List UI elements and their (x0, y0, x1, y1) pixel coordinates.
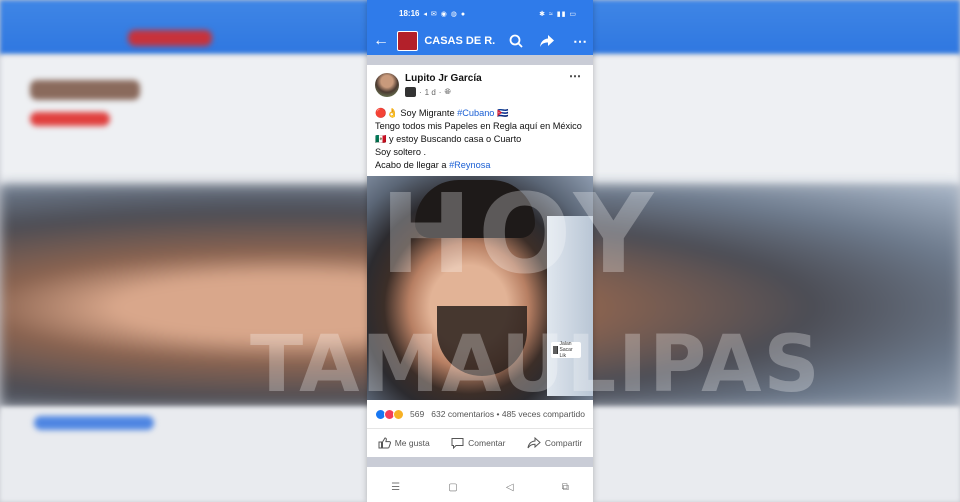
post-line-4-text: Acabo de llegar a (375, 160, 450, 170)
post-header: Lupito Jr García · 1 d · 🌐︎ ⋯ (367, 65, 593, 101)
comment-share-stats[interactable]: 632 comentarios • 485 veces compartido (431, 409, 585, 419)
recent-apps-icon[interactable]: ☰ (391, 482, 400, 493)
post-line-2: Tengo todos mis Papeles en Regla aquí en… (375, 121, 582, 144)
feed-divider (367, 55, 593, 65)
search-icon[interactable] (509, 34, 523, 48)
photo-sticker: Jalan Sacar Lik (551, 341, 581, 359)
haha-reaction-icon (393, 408, 404, 420)
home-icon[interactable]: ▢ (448, 482, 457, 493)
nav-back-icon[interactable]: ◁ (506, 482, 514, 493)
app-bar: ← CASAS DE R... ⋯ (367, 27, 593, 55)
cuba-flag: 🇨🇺 (494, 108, 509, 118)
bg-avatar-blur (30, 80, 140, 100)
reactions-bar: 569 632 comentarios • 485 veces comparti… (367, 400, 593, 429)
post-actions: Me gusta Comentar Compartir (367, 429, 593, 457)
author-name[interactable]: Lupito Jr García (405, 73, 482, 84)
sticker-text: Jalan Sacar Lik (559, 341, 573, 359)
system-nav-bar: ☰ ▢ ◁ ⧉ (367, 472, 593, 502)
post-line-1-text: 🔴👌 Soy Migrante (375, 108, 458, 118)
status-time: 18:16 (399, 9, 420, 18)
share-icon[interactable] (539, 34, 555, 48)
share-button[interactable]: Compartir (527, 437, 582, 449)
post-line-4: Acabo de llegar a #Reynosa (375, 159, 585, 172)
photo-beard (437, 306, 527, 376)
author-avatar[interactable] (375, 73, 399, 97)
post-options-icon[interactable]: ⋯ (569, 69, 581, 83)
meta-separator: · (419, 87, 422, 97)
bg-emoji-blur (30, 112, 110, 126)
author-block: Lupito Jr García · 1 d · 🌐︎ (405, 73, 482, 97)
more-options-icon[interactable]: ⋯ (573, 33, 587, 50)
group-avatar[interactable] (396, 31, 419, 51)
member-badge-icon (405, 87, 416, 97)
sticker-icon (553, 346, 558, 354)
meta-separator: · (438, 87, 442, 97)
post-meta: · 1 d · 🌐︎ (405, 87, 482, 97)
photo-hair (415, 180, 535, 238)
hashtag-reynosa[interactable]: #Reynosa (449, 160, 490, 170)
comment-icon (451, 438, 464, 449)
post-time[interactable]: 1 d (425, 88, 436, 97)
signal-battery-icons: ✱ ≈ ▮▮ ▭ (539, 10, 577, 18)
share-label: Compartir (544, 438, 583, 448)
bg-group-avatar-blur (128, 30, 212, 46)
notification-icons: ◂ ✉ ◉ ◍ ● (423, 10, 467, 18)
thumbs-up-icon (378, 437, 391, 449)
reaction-count[interactable]: 569 (410, 409, 424, 419)
post-line-1: 🔴👌 Soy Migrante #Cubano 🇨🇺 (375, 107, 585, 120)
back-arrow-icon[interactable]: ← (373, 32, 391, 50)
hashtag-cubano[interactable]: #Cubano (457, 108, 494, 118)
post-photo[interactable]: Jalan Sacar Lik (367, 176, 593, 400)
group-title[interactable]: CASAS DE R... (424, 35, 495, 47)
assistant-icon[interactable]: ⧉ (562, 482, 569, 493)
comment-button[interactable]: Comentar (451, 437, 505, 449)
bg-reactions-blur (34, 416, 154, 430)
feed-divider-bottom (367, 457, 593, 467)
share-arrow-icon (527, 437, 541, 449)
photo-window (547, 216, 593, 396)
comment-label: Comentar (468, 438, 506, 448)
post-text: 🔴👌 Soy Migrante #Cubano 🇨🇺 Tengo todos m… (367, 101, 593, 176)
status-bar: 18:16 ◂ ✉ ◉ ◍ ● ✱ ≈ ▮▮ ▭ (367, 0, 593, 27)
like-label: Me gusta (394, 438, 430, 448)
like-button[interactable]: Me gusta (378, 437, 430, 449)
post-line-3: Soy soltero . (375, 147, 427, 157)
phone-screen: 18:16 ◂ ✉ ◉ ◍ ● ✱ ≈ ▮▮ ▭ ← CASAS DE R...… (367, 0, 593, 502)
reaction-icons[interactable] (375, 408, 404, 420)
globe-icon: 🌐︎ (444, 87, 451, 96)
